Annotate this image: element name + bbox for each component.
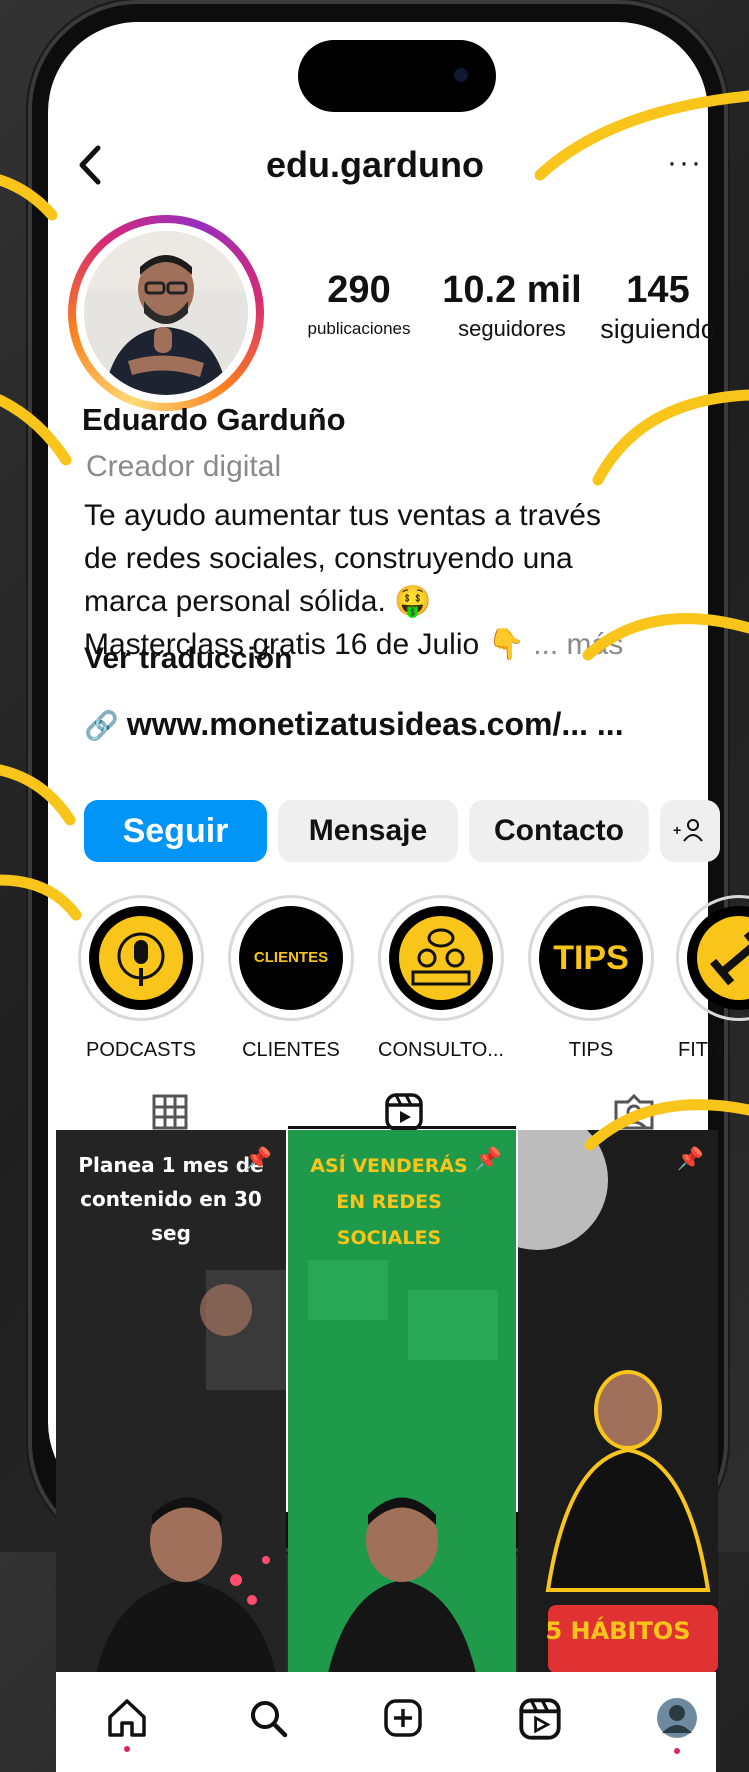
- contact-button[interactable]: Contacto: [469, 800, 649, 862]
- search-icon: [251, 1701, 288, 1738]
- post-tile[interactable]: Planea 1 mes de contenido en 30 seg 📌: [56, 1130, 286, 1673]
- message-button[interactable]: Mensaje: [278, 800, 458, 862]
- highlight-label: CLIENTES: [242, 1039, 340, 1061]
- see-translation-link[interactable]: Ver traducción: [84, 642, 292, 676]
- post-thumbnail: [518, 1130, 718, 1673]
- nav-create[interactable]: [382, 1697, 426, 1746]
- highlight-cover-text: TIPS: [553, 939, 629, 977]
- pin-icon: 📌: [676, 1146, 704, 1171]
- stat-followers[interactable]: 10.2 mil seguidores: [440, 268, 584, 346]
- dynamic-island: [298, 40, 496, 112]
- profile-username: edu.garduno: [266, 144, 484, 185]
- more-options-button[interactable]: ···: [660, 148, 710, 188]
- home-icon: [108, 1699, 146, 1752]
- profile-category: Creador digital: [86, 450, 282, 483]
- pin-icon: 📌: [244, 1146, 272, 1171]
- tab-tagged[interactable]: [612, 1092, 656, 1132]
- follow-button[interactable]: Seguir: [84, 800, 267, 862]
- nav-profile[interactable]: [654, 1695, 700, 1762]
- highlight-label: CONSULTO...: [378, 1039, 504, 1061]
- bio-line: de redes sociales, construyendo una: [84, 542, 573, 575]
- highlight-tips[interactable]: TIPS TIPS: [524, 895, 658, 1062]
- chevron-left-icon: [79, 145, 101, 185]
- bio-more-link[interactable]: ... más: [533, 628, 623, 661]
- avatar: [84, 231, 248, 395]
- stat-posts-label: publicaciones: [307, 319, 411, 338]
- post-title: ASÍ VENDERÁS EN REDES SOCIALES: [310, 1155, 468, 1249]
- stat-following-value: 145: [626, 269, 690, 311]
- nav-search[interactable]: [247, 1697, 291, 1746]
- highlight-fitness[interactable]: FITN: [674, 895, 749, 1062]
- post-title: 5 HÁBITOS: [545, 1617, 691, 1645]
- post-tile[interactable]: ASÍ VENDERÁS EN REDES SOCIALES 📌: [288, 1130, 516, 1673]
- pin-icon: 📌: [474, 1146, 502, 1171]
- reels-icon: [519, 1698, 561, 1740]
- stat-followers-label: seguidores: [458, 316, 566, 341]
- stat-following-label: siguiendo: [600, 314, 716, 344]
- grid-icon: [152, 1094, 188, 1130]
- podcast-mic-icon: [117, 932, 165, 986]
- tab-grid[interactable]: [150, 1092, 190, 1132]
- create-post-icon: [384, 1699, 422, 1737]
- back-button[interactable]: [70, 140, 110, 190]
- add-person-icon: +: [673, 819, 703, 842]
- stat-posts[interactable]: 290 publicaciones: [292, 268, 426, 346]
- highlight-label: FITN: [678, 1039, 723, 1061]
- highlight-podcasts[interactable]: PODCASTS: [74, 895, 208, 1062]
- highlight-label: TIPS: [568, 1039, 614, 1061]
- consulting-icon: [411, 928, 471, 986]
- nav-home[interactable]: [104, 1695, 150, 1760]
- bio-line: marca personal sólida. 🤑: [84, 585, 432, 618]
- highlight-consultorias[interactable]: CONSULTO...: [374, 895, 508, 1062]
- bio-line: Te ayudo aumentar tus ventas a través: [84, 499, 601, 532]
- profile-full-name: Eduardo Garduño: [82, 402, 346, 437]
- link-icon: 🔗: [84, 710, 119, 741]
- stat-followers-value: 10.2 mil: [442, 269, 582, 311]
- post-tile[interactable]: 5 HÁBITOS 📌: [518, 1130, 718, 1673]
- highlight-cover-text: CLIENTES: [253, 949, 329, 966]
- stat-posts-value: 290: [327, 269, 391, 311]
- profile-website-text: www.monetizatusideas.com/... ...: [126, 706, 624, 742]
- profile-website-link[interactable]: 🔗 www.monetizatusideas.com/... ...: [84, 706, 624, 743]
- active-tab-indicator: [288, 1126, 516, 1129]
- nav-reels[interactable]: [518, 1697, 562, 1746]
- highlight-clientes[interactable]: CLIENTES CLIENTES: [224, 895, 358, 1062]
- profile-avatar-icon: [657, 1698, 697, 1754]
- tagged-person-icon: [614, 1093, 654, 1130]
- fitness-dumbbell-icon: [710, 930, 749, 986]
- svg-text:+: +: [673, 822, 681, 838]
- avatar-story-ring[interactable]: [68, 215, 264, 411]
- suggest-users-button[interactable]: +: [660, 800, 720, 862]
- highlight-label: PODCASTS: [85, 1039, 197, 1061]
- stat-following[interactable]: 145 siguiendo: [588, 268, 728, 346]
- profile-bio: Te ayudo aumentar tus ventas a través de…: [84, 494, 724, 666]
